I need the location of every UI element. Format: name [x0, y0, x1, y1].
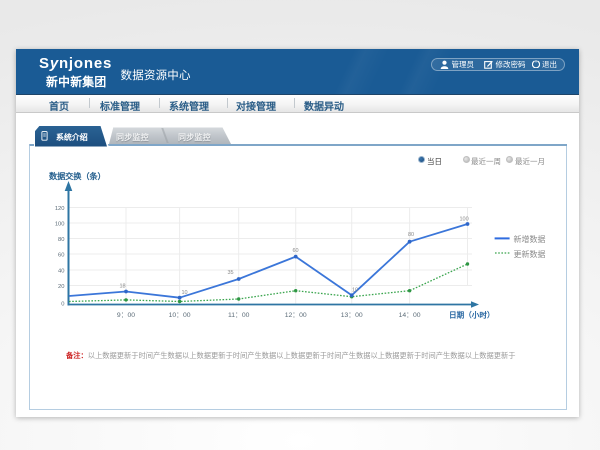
svg-text:35: 35 [228, 270, 234, 276]
svg-text:0: 0 [61, 301, 64, 307]
svg-text:60: 60 [293, 248, 299, 254]
svg-text:11：00: 11：00 [228, 312, 250, 319]
svg-text:40: 40 [58, 268, 64, 274]
svg-text:80: 80 [58, 237, 64, 243]
svg-text:10: 10 [352, 288, 358, 294]
svg-text:10：00: 10：00 [169, 312, 191, 319]
svg-text:14：00: 14：00 [399, 312, 421, 319]
svg-text:13：00: 13：00 [341, 312, 363, 319]
svg-text:12：00: 12：00 [285, 312, 307, 319]
svg-text:9：00: 9：00 [117, 312, 135, 319]
svg-text:18: 18 [120, 284, 126, 290]
svg-text:100: 100 [460, 217, 469, 223]
svg-text:20: 20 [58, 284, 64, 290]
svg-text:10: 10 [182, 290, 188, 296]
svg-text:新增数据: 新增数据 [514, 234, 546, 244]
svg-text:日期（小时）: 日期（小时） [449, 310, 495, 320]
svg-text:80: 80 [408, 232, 414, 238]
svg-text:100: 100 [55, 221, 65, 227]
svg-text:120: 120 [55, 206, 65, 212]
svg-text:60: 60 [58, 252, 64, 258]
svg-text:更新数据: 更新数据 [514, 249, 546, 259]
